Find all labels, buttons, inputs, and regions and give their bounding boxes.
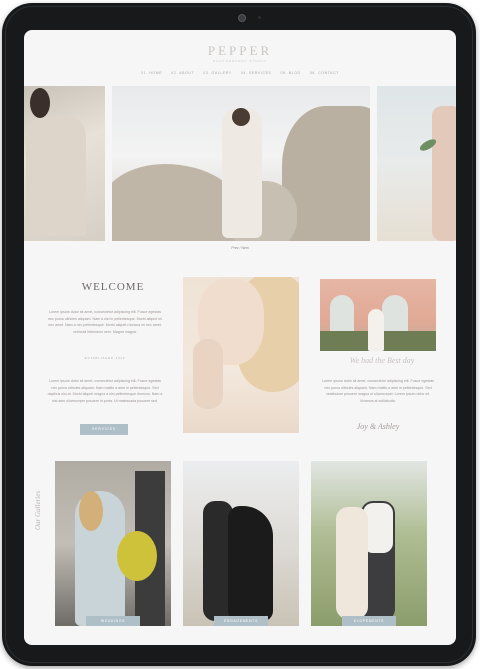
weddings-button[interactable]: WEDDINGS	[86, 616, 140, 626]
gallery-vertical-label: Our Galleries	[34, 490, 42, 530]
photo-figure	[228, 506, 273, 621]
photo-figure-hair	[79, 491, 103, 531]
feature-photo[interactable]	[320, 279, 436, 351]
welcome-subheading: ESTABLISHED 2019	[84, 356, 126, 360]
welcome-paragraph: Lorem ipsum dolor sit amet, consectetur …	[47, 310, 163, 334]
signature: Joy & Ashley	[356, 422, 400, 431]
photo-figure	[336, 507, 368, 619]
gallery-photo-engagements[interactable]	[183, 461, 299, 626]
nav-item-blog[interactable]: 05. BLOG	[281, 71, 301, 75]
gallery-photo-elopements[interactable]	[311, 461, 427, 626]
site-tagline: PHOTOGRAPHY STUDIO	[213, 59, 267, 63]
tablet-device: PEPPER PHOTOGRAPHY STUDIO 01. HOME 02. A…	[2, 3, 476, 666]
photo-figure-head	[232, 108, 250, 126]
welcome-paragraph-2: Lorem ipsum dolor sit amet, consectetur …	[47, 379, 163, 403]
photo-hand	[193, 339, 223, 409]
camera-icon	[238, 14, 246, 22]
feature-paragraph: Lorem ipsum dolor sit amet, consectetur …	[322, 379, 434, 403]
slider-pager[interactable]: Prev / Next	[24, 246, 456, 250]
nav-item-services[interactable]: 04. SERVICES	[241, 71, 272, 75]
photo-figure	[368, 309, 384, 351]
slider-photo-left[interactable]	[24, 86, 105, 241]
photo-bouquet	[117, 531, 157, 581]
services-button[interactable]: SERVICES	[80, 424, 128, 435]
site-logo[interactable]: PEPPER	[24, 43, 456, 59]
main-nav: 01. HOME 02. ABOUT 03. GALLERY 04. SERVI…	[24, 71, 456, 75]
photo-figure	[26, 116, 86, 236]
photo-figure	[222, 108, 262, 238]
welcome-heading: WELCOME	[81, 281, 145, 293]
nav-item-contact[interactable]: 06. CONTACT	[310, 71, 339, 75]
photo-figure	[432, 106, 456, 241]
photo-figure-hair	[30, 88, 50, 118]
slider-photo-main[interactable]	[112, 86, 370, 241]
gallery-photo-weddings[interactable]	[55, 461, 171, 626]
portrait-photo	[183, 277, 299, 433]
nav-item-gallery[interactable]: 03. GALLERY	[203, 71, 232, 75]
slider-photo-right[interactable]	[377, 86, 456, 241]
feature-script-title: We had the Best day	[349, 356, 415, 365]
nav-item-home[interactable]: 01. HOME	[141, 71, 162, 75]
engagements-button[interactable]: ENGAGEMENTS	[214, 616, 268, 626]
photo-window	[330, 295, 354, 335]
sensor-icon	[258, 16, 261, 19]
photo-window	[382, 295, 408, 335]
nav-item-about[interactable]: 02. ABOUT	[171, 71, 194, 75]
elopements-button[interactable]: ELOPEMENTS	[342, 616, 396, 626]
tablet-screen: PEPPER PHOTOGRAPHY STUDIO 01. HOME 02. A…	[24, 30, 456, 645]
